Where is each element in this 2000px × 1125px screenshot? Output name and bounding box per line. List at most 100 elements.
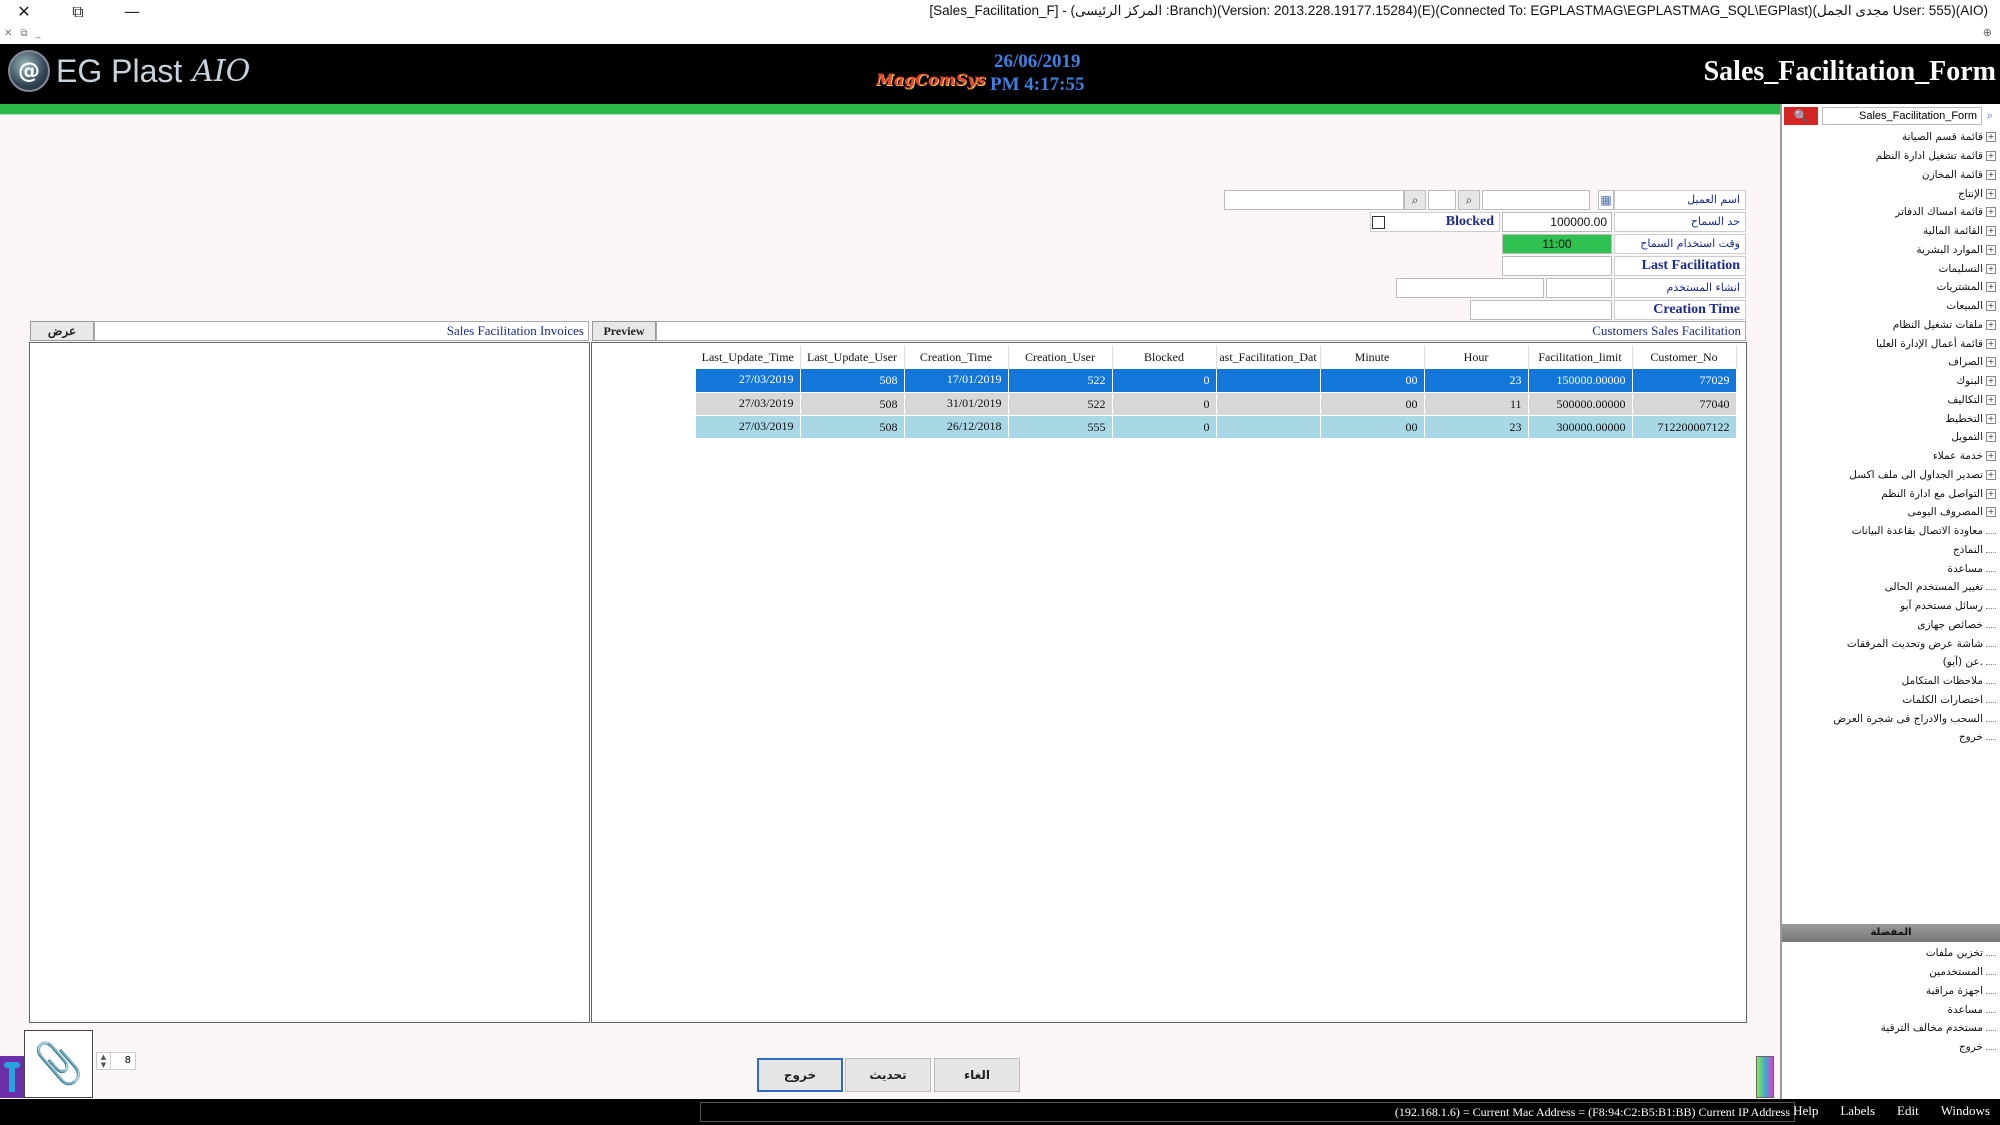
tree-item[interactable]: معاودة الاتصال بقاعدة البيانات [1782,522,1996,541]
refresh-button[interactable]: تحديث [845,1058,931,1092]
cell-hour[interactable]: 11 [1424,392,1529,416]
tree-item[interactable]: مساعدة [1782,559,1996,578]
tree-item[interactable]: ملفات تشغيل النظام + [1782,316,1996,335]
expand-icon[interactable]: + [1986,432,1996,443]
tree-item[interactable]: خدمة عملاء + [1782,447,1996,466]
tree-item[interactable]: تصدير الجداول الى ملف اكسل + [1782,466,1996,485]
creator-name-input[interactable] [1396,278,1544,298]
tree-item[interactable]: عن (آيو). [1782,653,1996,672]
column-header[interactable]: Last_Update_Time [696,346,801,369]
table-row[interactable]: 27/03/2019PM 10:11:4050831/01/2019AM 11:… [696,392,1737,416]
view-button[interactable]: عرض [30,321,94,341]
expand-icon[interactable]: + [1986,207,1996,218]
cell-minute[interactable]: 00 [1320,415,1425,439]
cell-last-fac-date[interactable] [1216,415,1321,439]
last-facilitation-date-input[interactable] [1502,256,1612,276]
column-header[interactable]: Hour [1424,346,1529,369]
tree-item[interactable]: المبيعات + [1782,297,1996,316]
close-icon[interactable]: ✕ [12,2,36,22]
expand-icon[interactable]: + [1986,226,1996,237]
expand-icon[interactable]: + [1986,469,1996,480]
tree-item[interactable]: الصراف + [1782,353,1996,372]
cell-last-fac-date[interactable] [1216,369,1321,393]
customer-code-input[interactable] [1482,190,1590,210]
tree-item[interactable]: قائمة أعمال الإدارة العليا + [1782,334,1996,353]
table-row[interactable]: 27/03/2019PM 10:08:15 50817/01/2019AM 10:… [696,369,1737,393]
allow-time-input[interactable]: 11:00 [1502,234,1612,254]
creator-id-input[interactable] [1546,278,1612,298]
expand-icon[interactable]: + [1986,357,1996,368]
expand-icon[interactable]: + [1986,376,1996,387]
tree-item[interactable]: خروج [1782,728,1996,747]
cell-last-update-user[interactable]: 508 [800,415,905,439]
cell-blocked[interactable]: 0 [1112,415,1217,439]
expand-icon[interactable]: + [1986,132,1996,143]
splitter-grip-icon[interactable] [1756,1056,1774,1098]
column-header[interactable]: Last_Update_User [800,346,905,369]
cell-last-update-time[interactable]: 27/03/2019PM 10:11:40 [696,392,801,416]
expand-icon[interactable]: + [1986,244,1996,255]
cell-last-update-time[interactable]: 27/03/2019PM 10:08:15 [696,369,801,393]
tree-item[interactable]: التسليمات + [1782,259,1996,278]
mdi-close-icon[interactable]: ✕ [4,28,12,39]
restore-icon[interactable]: ⧉ [66,2,90,22]
cancel-button[interactable]: الغاء [934,1058,1020,1092]
cell-limit[interactable]: 150000.00000 [1528,369,1633,393]
calendar-icon[interactable]: ▦ [1598,190,1614,210]
expand-icon[interactable]: + [1986,301,1996,312]
attachment-counter[interactable]: ▲ ▼ 8 [96,1052,136,1070]
column-header[interactable]: ast_Facilitation_Dat [1216,346,1321,369]
tree-item[interactable]: التكاليف + [1782,391,1996,410]
customer-code-search-icon[interactable]: ⌕ [1458,190,1480,210]
expand-icon[interactable]: + [1986,319,1996,330]
tree-item[interactable]: الإنتاج + [1782,184,1996,203]
mdi-minimize-icon[interactable]: _ [36,28,41,39]
tree-item[interactable]: خصائص جهازى [1782,616,1996,635]
tree-item[interactable]: رسائل مستخدم آيو [1782,597,1996,616]
cell-creation-time[interactable]: 31/01/2019AM 11:05:00 [904,392,1009,416]
cell-limit[interactable]: 300000.00000 [1528,415,1633,439]
cell-customer-no[interactable]: 77040 [1632,392,1737,416]
minimize-icon[interactable]: — [120,2,144,22]
column-header[interactable]: Customer_No [1632,346,1737,369]
expand-icon[interactable]: + [1986,188,1996,199]
expand-icon[interactable]: + [1986,169,1996,180]
tree-item[interactable]: السحب والادراج فى شجرة العرض [1782,709,1996,728]
cell-creation-user[interactable]: 522 [1008,369,1113,393]
expand-icon[interactable]: + [1986,282,1996,293]
paperclip-icon[interactable]: 📎 [24,1030,93,1098]
menu-labels[interactable]: Labels [1840,1103,1875,1119]
cell-minute[interactable]: 00 [1320,392,1425,416]
tree-item[interactable]: المشتريات + [1782,278,1996,297]
favorite-item[interactable]: المستخدمين [1782,963,1996,982]
spinner-arrows-icon[interactable]: ▲ ▼ [97,1053,111,1069]
menu-edit[interactable]: Edit [1897,1103,1919,1119]
sidebar-search-input[interactable]: Sales_Facilitation_Form [1822,107,1982,125]
column-header[interactable]: Creation_User [1008,346,1113,369]
cell-last-update-user[interactable]: 508 [800,369,905,393]
cell-hour[interactable]: 23 [1424,415,1529,439]
expand-icon[interactable]: + [1986,394,1996,405]
cell-last-update-user[interactable]: 508 [800,392,905,416]
tree-item[interactable]: قائمة تشغيل ادارة النظم + [1782,147,1996,166]
cell-creation-user[interactable]: 522 [1008,392,1113,416]
favorite-item[interactable]: خروج [1782,1038,1996,1057]
column-header[interactable]: Blocked [1112,346,1217,369]
preview-button[interactable]: Preview [592,321,656,341]
favorite-item[interactable]: اجهزة مراقبة [1782,982,1996,1001]
customer-blank-box[interactable] [1428,190,1456,210]
table-row[interactable]: 27/03/2019PM 10:58:2150826/12/2018AM 12:… [696,415,1737,439]
column-header[interactable]: Facilitation_limit [1528,346,1633,369]
cell-creation-user[interactable]: 555 [1008,415,1113,439]
cell-blocked[interactable]: 0 [1112,392,1217,416]
mdi-restore-icon[interactable]: ⧉ [20,28,27,39]
blocked-checkbox[interactable] [1372,216,1385,229]
expand-icon[interactable]: + [1986,263,1996,274]
tree-item[interactable]: التخطيط + [1782,409,1996,428]
tree-item[interactable]: قائمة المخازن + [1782,166,1996,185]
expand-icon[interactable]: + [1986,151,1996,162]
customer-name-search-icon[interactable]: ⌕ [1404,190,1426,210]
expand-icon[interactable]: + [1986,488,1996,499]
creation-time-input[interactable] [1470,300,1612,320]
favorite-item[interactable]: مساعدة [1782,1000,1996,1019]
